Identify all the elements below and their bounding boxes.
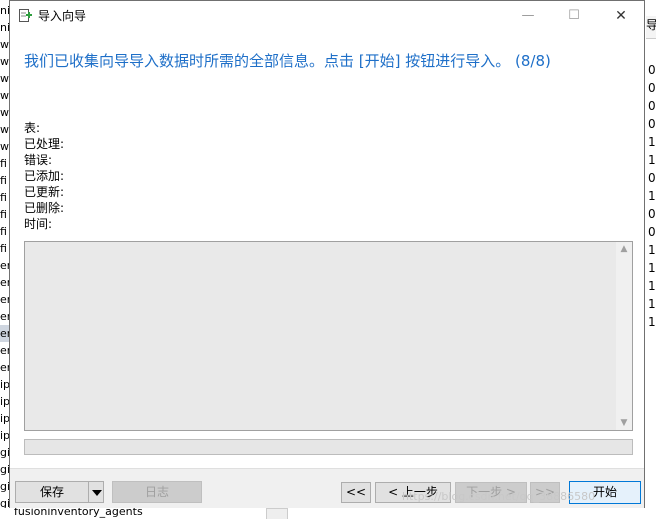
import-log-textarea[interactable]: ▲ ▼ [24, 241, 633, 431]
maximize-button[interactable]: ☐ [551, 1, 597, 31]
background-column-cell: 1 [648, 243, 656, 257]
scroll-up-arrow-icon[interactable]: ▲ [619, 244, 629, 254]
log-vertical-scrollbar[interactable]: ▲ ▼ [616, 242, 632, 430]
title-bar[interactable]: 导入向导 — ☐ ✕ [10, 1, 644, 31]
stat-time-label: 时间: [24, 217, 53, 231]
background-column-cell: 0 [648, 225, 656, 239]
wizard-heading: 我们已收集向导导入数据时所需的全部信息。点击 [开始] 按钮进行导入。 (8/8… [24, 52, 551, 70]
background-app-right-column: 导 0 0 0 0 1 1 0 1 0 0 1 1 1 1 1 [646, 0, 656, 519]
import-progress-bar [24, 439, 633, 455]
background-app-bottom-row: fusioninventory_agents [0, 508, 656, 519]
background-column-cell: 1 [648, 315, 656, 329]
stat-table-label: 表: [24, 121, 41, 135]
background-column-cell: 1 [648, 135, 656, 149]
background-column-cell: 0 [648, 63, 656, 77]
background-column-cell: 1 [648, 153, 656, 167]
background-column-cell: 1 [648, 297, 656, 311]
background-column-cell: 0 [648, 117, 656, 131]
close-button[interactable]: ✕ [598, 1, 644, 31]
background-column-cell: 0 [648, 99, 656, 113]
stat-updated-label: 已更新: [24, 185, 65, 199]
stat-processed-label: 已处理: [24, 137, 65, 151]
import-wizard-icon [18, 8, 33, 23]
background-column-cell: 1 [648, 189, 656, 203]
background-row-cell [266, 508, 288, 519]
watermark: https://blog.csdn.net/qq_38886580 [402, 490, 596, 503]
background-column-cell: 0 [648, 207, 656, 221]
stat-added-label: 已添加: [24, 169, 65, 183]
minimize-button[interactable]: — [505, 1, 551, 31]
import-wizard-dialog: 导入向导 — ☐ ✕ 我们已收集向导导入数据时所需的全部信息。点击 [开始] 按… [9, 0, 645, 508]
import-stats: 表: 已处理: 错误: 已添加: 已更新: 已删除: 时间: [24, 120, 64, 232]
chevron-down-icon [92, 490, 102, 496]
dialog-title: 导入向导 [38, 9, 87, 23]
background-column-cell: 0 [648, 81, 656, 95]
stat-deleted-label: 已删除: [24, 201, 65, 215]
first-step-button[interactable]: << [341, 482, 371, 503]
background-column-cell: 1 [648, 261, 656, 275]
background-column-header: 导 [646, 16, 656, 39]
log-button[interactable]: 日志 [112, 481, 202, 503]
stat-errors-label: 错误: [24, 153, 53, 167]
background-row-text: fusioninventory_agents [14, 508, 143, 518]
background-column-cell: 0 [648, 171, 656, 185]
scroll-down-arrow-icon[interactable]: ▼ [619, 418, 629, 428]
save-dropdown-button[interactable] [88, 481, 104, 503]
save-button[interactable]: 保存 [15, 481, 89, 503]
background-column-cell: 1 [648, 279, 656, 293]
